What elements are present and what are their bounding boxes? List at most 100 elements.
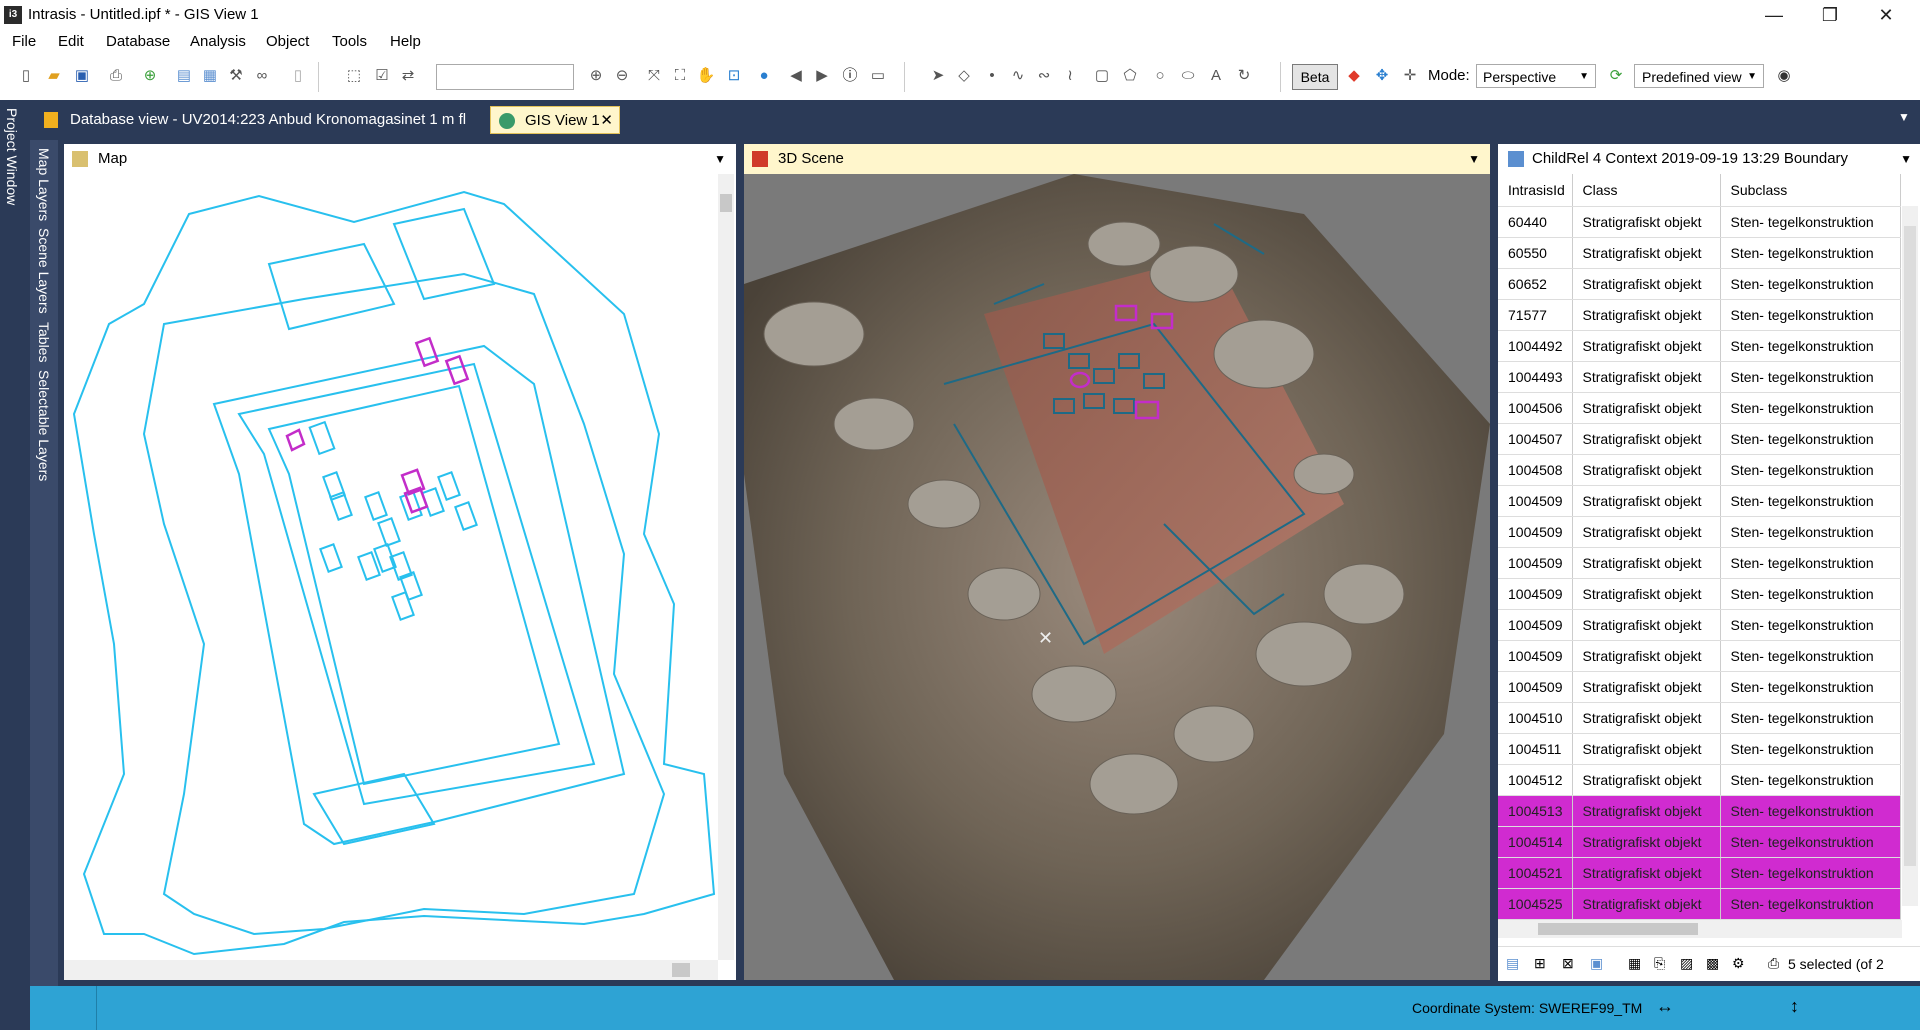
table-row[interactable]: 71577 Stratigrafiskt objekt Sten- tegelkon… [1498,299,1901,331]
tab-selectable-layers[interactable]: Selectable Layers [36,370,52,481]
cell-class[interactable]: Stratigrafiskt objekt [1572,795,1721,827]
cell-class[interactable]: Stratigrafiskt objekt [1572,454,1721,486]
table-row[interactable]: 1004513 Stratigrafiskt objekt Sten- tegelk… [1498,795,1901,827]
cell-intrasis-id[interactable]: 1004509 [1498,671,1573,703]
cell-subclass[interactable]: Sten- tegelkonstruktion [1720,609,1901,641]
cell-class[interactable]: Stratigrafiskt objekt [1572,392,1721,424]
3d-cube-icon[interactable]: ◆ [1344,66,1364,86]
column-header-class[interactable]: Class [1572,174,1721,207]
cell-subclass[interactable]: Sten- tegelkonstruktion [1720,423,1901,455]
pan-icon[interactable]: ✋ [696,66,716,86]
table-row[interactable]: 1004509 Stratigrafiskt objekt Sten- tegelk… [1498,516,1901,548]
table-row[interactable]: 1004506 Stratigrafiskt objekt Sten- tegelk… [1498,392,1901,424]
map-horizontal-scrollbar[interactable] [64,960,718,980]
cell-intrasis-id[interactable]: 1004492 [1498,330,1573,362]
cell-class[interactable]: Stratigrafiskt objekt [1572,516,1721,548]
cell-intrasis-id[interactable]: 1004509 [1498,609,1573,641]
cell-intrasis-id[interactable]: 1004511 [1498,733,1573,765]
cell-intrasis-id[interactable]: 1004514 [1498,826,1573,858]
cell-subclass[interactable]: Sten- tegelkonstruktion [1720,671,1901,703]
cell-intrasis-id[interactable]: 1004509 [1498,640,1573,672]
cell-intrasis-id[interactable]: 1004513 [1498,795,1573,827]
checkbox-icon[interactable]: ☑ [372,66,392,86]
menu-tools[interactable]: Tools [332,33,367,50]
rectangle-icon[interactable]: ▢ [1092,66,1112,86]
cell-class[interactable]: Stratigrafiskt objekt [1572,888,1721,920]
zoom-out-icon[interactable]: ⊖ [612,66,632,86]
freehand-icon[interactable]: ≀ [1060,66,1080,86]
search-input[interactable] [436,64,574,90]
cell-intrasis-id[interactable]: 71577 [1498,299,1573,331]
cell-subclass[interactable]: Sten- tegelkonstruktion [1720,206,1901,238]
table-row[interactable]: 1004509 Stratigrafiskt objekt Sten- tegelk… [1498,609,1901,641]
3d-scene-viewport[interactable]: ✕ [744,174,1490,980]
layer-icon[interactable]: ▤ [174,66,194,86]
select-map-icon[interactable]: ⬚ [344,66,364,86]
scrollbar-thumb[interactable] [1538,923,1698,935]
save-icon[interactable]: ▣ [72,66,92,86]
cell-intrasis-id[interactable]: 1004509 [1498,547,1573,579]
table-row[interactable]: 1004492 Stratigrafiskt objekt Sten- tegelk… [1498,330,1901,362]
pointer-icon[interactable]: ➤ [928,66,948,86]
cell-subclass[interactable]: Sten- tegelkonstruktion [1720,299,1901,331]
vertical-resize-icon[interactable]: ↕ [1790,996,1799,1017]
table-row[interactable]: 1004509 Stratigrafiskt objekt Sten- tegelk… [1498,485,1901,517]
cell-class[interactable]: Stratigrafiskt objekt [1572,485,1721,517]
cell-subclass[interactable]: Sten- tegelkonstruktion [1720,268,1901,300]
cell-intrasis-id[interactable]: 1004525 [1498,888,1573,920]
menu-database[interactable]: Database [106,33,170,50]
cell-subclass[interactable]: Sten- tegelkonstruktion [1720,330,1901,362]
table-row[interactable]: 1004493 Stratigrafiskt objekt Sten- tegelk… [1498,361,1901,393]
cell-class[interactable]: Stratigrafiskt objekt [1572,857,1721,889]
table-horizontal-scrollbar[interactable] [1498,920,1902,938]
scrollbar-thumb[interactable] [1904,226,1916,866]
panel-menu-icon[interactable]: ▼ [1468,144,1480,174]
new-file-icon[interactable]: ▯ [16,66,36,86]
table-vertical-scrollbar[interactable] [1902,206,1918,906]
print-icon[interactable]: ⎙ [1768,955,1779,972]
chart-icon[interactable]: ▨ [1680,955,1693,972]
cell-class[interactable]: Stratigrafiskt objekt [1572,702,1721,734]
tab-map-layers[interactable]: Map Layers [36,148,52,221]
tab-tables[interactable]: Tables [36,322,52,362]
table-row[interactable]: 1004509 Stratigrafiskt objekt Sten- tegelk… [1498,547,1901,579]
map-canvas[interactable] [64,174,736,980]
table-row[interactable]: 1004525 Stratigrafiskt objekt Sten- tegelk… [1498,888,1901,920]
cell-subclass[interactable]: Sten- tegelkonstruktion [1720,361,1901,393]
scrollbar-thumb[interactable] [672,963,690,977]
close-icon[interactable]: ✕ [600,107,613,135]
cell-subclass[interactable]: Sten- tegelkonstruktion [1720,733,1901,765]
text-icon[interactable]: A [1206,66,1226,86]
cell-intrasis-id[interactable]: 1004509 [1498,578,1573,610]
navigate-icon[interactable]: ✥ [1372,66,1392,86]
table-row[interactable]: 60440 Stratigrafiskt objekt Sten- tegelkon… [1498,206,1901,238]
cell-intrasis-id[interactable]: 1004510 [1498,702,1573,734]
add-icon[interactable]: ⊕ [140,66,160,86]
cell-class[interactable]: Stratigrafiskt objekt [1572,361,1721,393]
curve-icon[interactable]: ∾ [1034,66,1054,86]
zoom-layer-icon[interactable]: ⊡ [724,66,744,86]
cell-subclass[interactable]: Sten- tegelkonstruktion [1720,888,1901,920]
cell-intrasis-id[interactable]: 60440 [1498,206,1573,238]
menu-help[interactable]: Help [390,33,421,50]
mode-dropdown[interactable]: Perspective ▼ [1476,64,1596,88]
menu-dropdown-icon[interactable]: ▼ [1898,110,1910,124]
panel-menu-icon[interactable]: ▼ [714,144,726,174]
cell-subclass[interactable]: Sten- tegelkonstruktion [1720,640,1901,672]
forward-icon[interactable]: ▶ [812,66,832,86]
tab-project-window[interactable]: Project Window [4,108,20,205]
tab-database-view[interactable]: Database view - UV2014:223 Anbud Kronoma… [36,106,482,134]
open-folder-icon[interactable]: ▰ [44,66,64,86]
cell-class[interactable]: Stratigrafiskt objekt [1572,330,1721,362]
table-view-icon[interactable]: ▤ [1506,955,1519,972]
link-icon[interactable]: ⇄ [398,66,418,86]
cell-intrasis-id[interactable]: 60550 [1498,237,1573,269]
predefined-view-dropdown[interactable]: Predefined view ▼ [1634,64,1764,88]
full-extent-icon[interactable]: ⤧ [644,66,664,86]
cell-subclass[interactable]: Sten- tegelkonstruktion [1720,764,1901,796]
table-row[interactable]: 1004508 Stratigrafiskt objekt Sten- tegelk… [1498,454,1901,486]
table-row[interactable]: 1004510 Stratigrafiskt objekt Sten- tegelk… [1498,702,1901,734]
settings-icon[interactable]: ⚙ [1732,955,1745,972]
menu-file[interactable]: File [12,33,36,50]
cell-class[interactable]: Stratigrafiskt objekt [1572,733,1721,765]
